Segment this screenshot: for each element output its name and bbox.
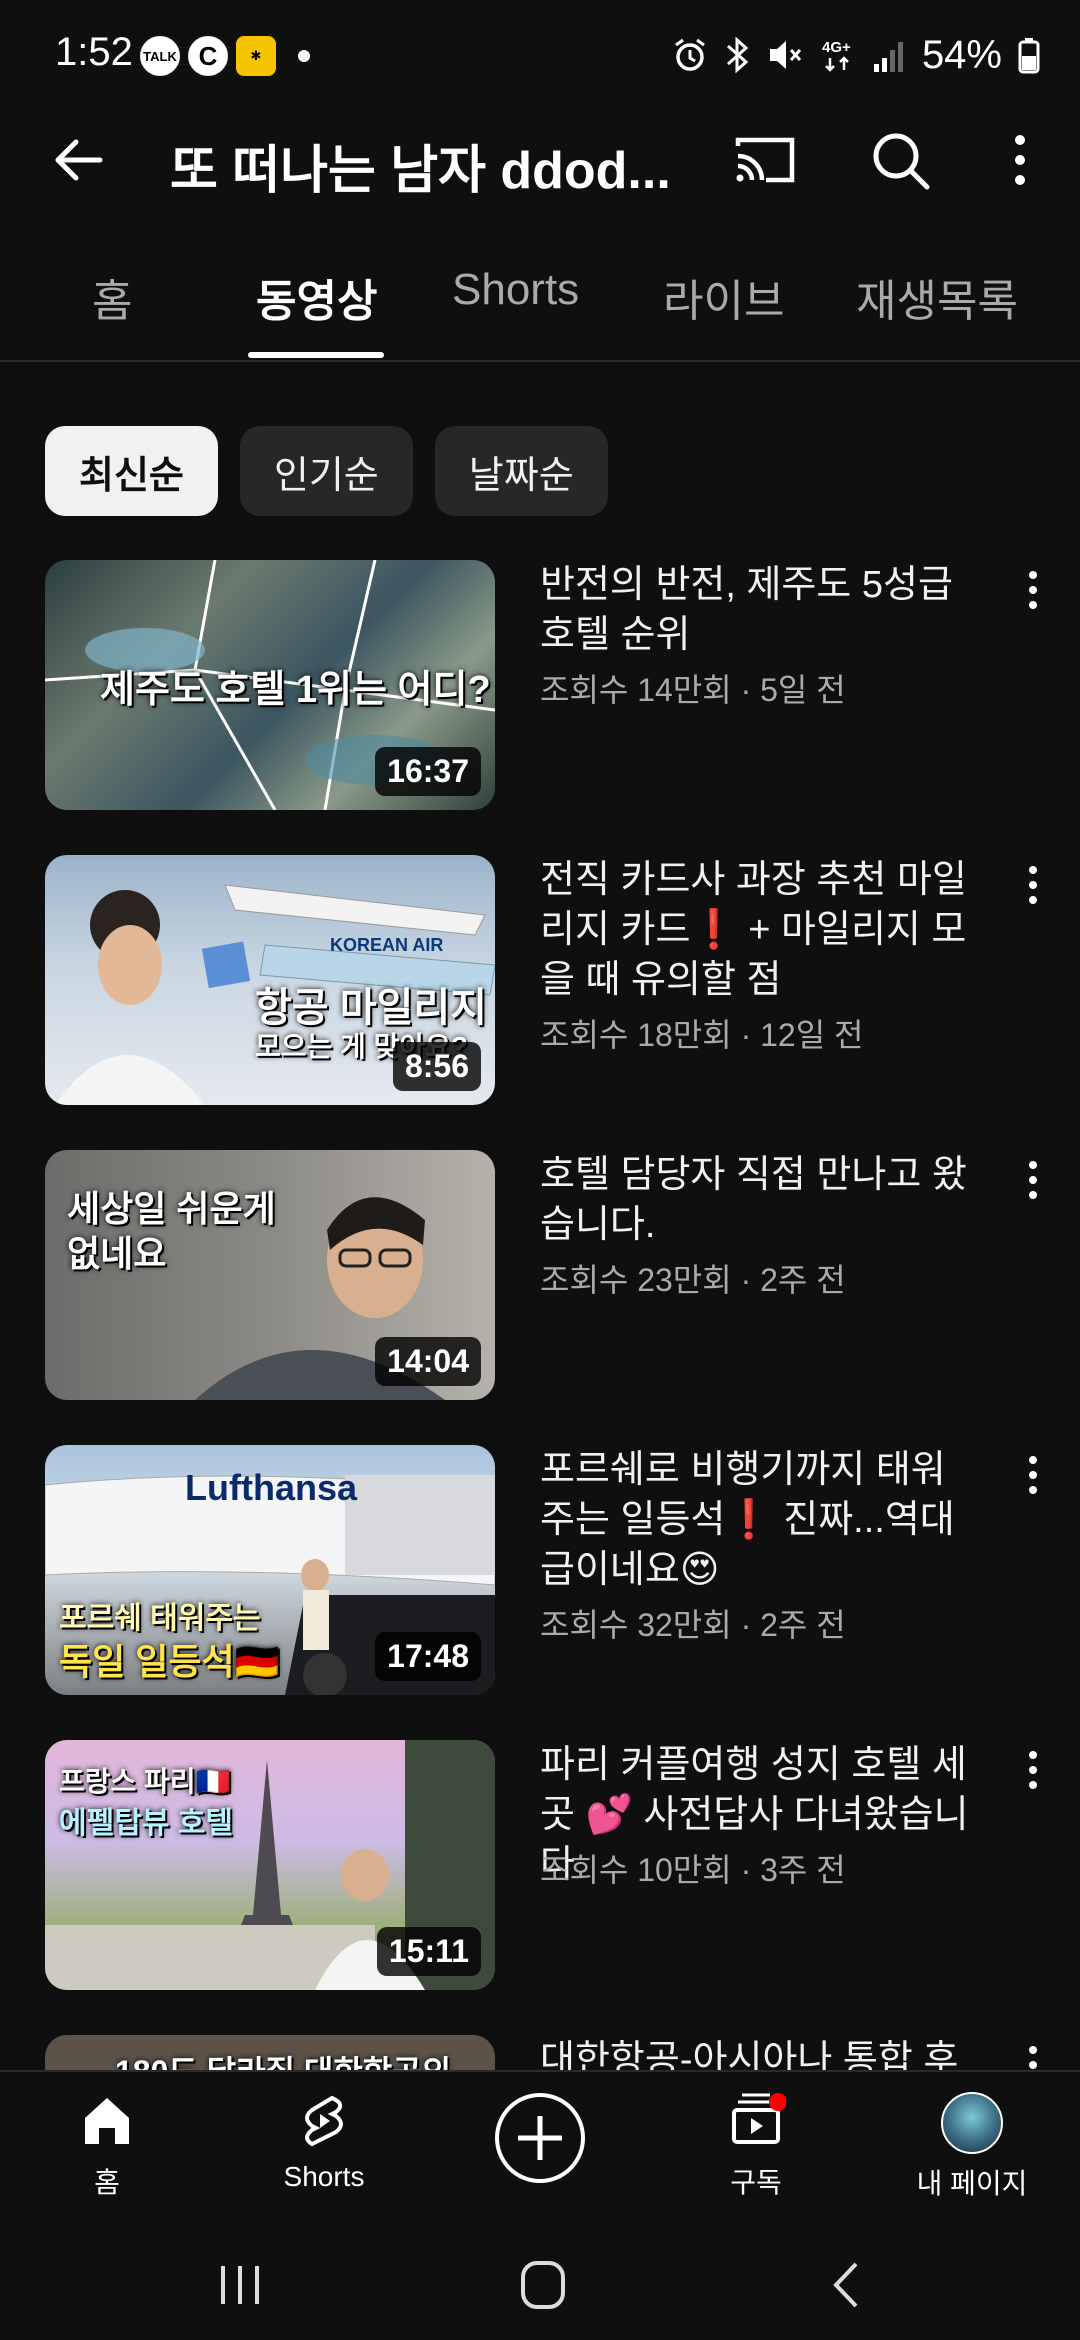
video-thumbnail[interactable]: 세상일 쉬운게 없네요 14:04	[45, 1150, 495, 1400]
notification-dot-icon	[298, 50, 310, 62]
avatar-icon	[941, 2092, 1003, 2154]
status-bar: 1:52 TALK C ✱ 4G+ 54%	[0, 0, 1080, 110]
sort-chips: 최신순 인기순 날짜순	[45, 426, 608, 516]
battery-icon	[1018, 38, 1040, 74]
nav-subscriptions[interactable]: 구독	[656, 2092, 856, 2201]
more-vert-icon[interactable]	[1020, 565, 1046, 615]
bluetooth-icon	[726, 36, 749, 74]
active-tab-indicator	[248, 352, 384, 358]
thumbnail-caption: 포르쉐 태워주는	[59, 1602, 261, 1635]
chip-popular[interactable]: 인기순	[239, 426, 413, 516]
channel-title: 또 떠나는 남자 ddod...	[170, 142, 671, 200]
video-meta: 조회수 23만회 · 2주 전	[540, 1262, 846, 1298]
video-title[interactable]: 포르쉐로 비행기까지 태워주는 일등석❗ 진짜...역대급이네요😍	[540, 1445, 980, 1595]
video-meta: 조회수 14만회 · 5일 전	[540, 672, 846, 708]
nav-home-label: 홈	[94, 2167, 120, 2198]
c-icon: C	[188, 36, 228, 76]
video-thumbnail[interactable]: 프랑스 파리🇫🇷 에펠탑뷰 호텔 15:11	[45, 1740, 495, 1990]
back-button-icon[interactable]	[826, 2260, 866, 2310]
talk-icon: TALK	[140, 36, 180, 76]
nav-shorts[interactable]: Shorts	[224, 2092, 424, 2193]
svg-text:4G+: 4G+	[822, 39, 851, 56]
nav-subscriptions-label: 구독	[730, 2167, 782, 2198]
more-vert-icon[interactable]	[1000, 128, 1040, 192]
video-thumbnail[interactable]: Lufthansa 포르쉐 태워주는 독일 일등석🇩🇪 17:48	[45, 1445, 495, 1695]
thumbnail-caption: 프랑스 파리🇫🇷	[59, 1766, 231, 1797]
more-vert-icon[interactable]	[1020, 2040, 1046, 2070]
nav-my-page[interactable]: 내 페이지	[872, 2092, 1072, 2202]
thumbnail-caption: 제주도 호텔 1위는 어디?	[100, 669, 491, 711]
shorts-icon	[305, 2095, 343, 2147]
nav-my-page-label: 내 페이지	[916, 2168, 1028, 2199]
channel-tabs: 홈 동영상 Shorts 라이브 재생목록	[0, 230, 1080, 362]
system-navigation-bar	[0, 2230, 1080, 2340]
alarm-icon	[675, 38, 705, 71]
video-item[interactable]: 프랑스 파리🇫🇷 에펠탑뷰 호텔 15:11 파리 커플여행 성지 호텔 세 곳…	[0, 1740, 1080, 1990]
subscriptions-icon	[732, 2093, 787, 2144]
video-thumbnail[interactable]: 180도 달라질 대한항공의	[45, 2035, 495, 2070]
video-meta: 조회수 18만회 · 12일 전	[540, 1017, 864, 1053]
video-duration: 16:37	[375, 747, 481, 796]
battery-percent: 54%	[921, 32, 1002, 77]
status-right: 4G+ 54%	[672, 30, 1040, 80]
tab-playlists[interactable]: 재생목록	[856, 265, 1018, 329]
video-meta: 조회수 32만회 · 2주 전	[540, 1607, 846, 1643]
tab-shorts[interactable]: Shorts	[452, 265, 579, 315]
video-meta: 조회수 10만회 · 3주 전	[540, 1852, 846, 1888]
create-plus-icon	[495, 2093, 585, 2183]
thumbnail-subcaption: 없네요	[67, 1233, 167, 1274]
more-vert-icon[interactable]	[1020, 1155, 1046, 1205]
kb-pay-icon: ✱	[236, 36, 276, 76]
nav-shorts-label: Shorts	[283, 2161, 365, 2192]
4g-icon: 4G+	[822, 39, 851, 72]
tab-videos[interactable]: 동영상	[256, 265, 377, 329]
mute-icon	[769, 41, 802, 69]
video-title[interactable]: 전직 카드사 과장 추천 마일리지 카드❗ + 마일리지 모을 때 유의할 점	[540, 855, 980, 1005]
video-title[interactable]: 반전의 반전, 제주도 5성급 호텔 순위	[540, 560, 980, 660]
more-vert-icon[interactable]	[1020, 1745, 1046, 1795]
chip-latest[interactable]: 최신순	[45, 426, 218, 516]
home-icon	[85, 2098, 129, 2144]
thumbnail-brand: KOREAN AIR	[330, 935, 444, 955]
app-bar: 또 떠나는 남자 ddod...	[0, 110, 1080, 210]
tab-live[interactable]: 라이브	[663, 265, 784, 329]
home-button-icon[interactable]	[518, 2258, 568, 2312]
video-title[interactable]: 대한항공-아시아나 통합 후	[540, 2035, 980, 2070]
tab-home[interactable]: 홈	[92, 265, 132, 329]
video-item[interactable]: 제주도 호텔 1위는 어디? 16:37 반전의 반전, 제주도 5성급 호텔 …	[0, 560, 1080, 810]
video-duration: 14:04	[375, 1337, 481, 1386]
thumbnail-brand: Lufthansa	[185, 1467, 358, 1508]
cast-icon[interactable]	[730, 130, 800, 190]
video-duration: 8:56	[392, 1042, 481, 1091]
bottom-navigation: 홈 Shorts 구독 내 페이지	[0, 2070, 1080, 2232]
status-time: 1:52	[55, 30, 133, 74]
video-thumbnail[interactable]: KOREAN AIR 항공 마일리지 모으는 게 맞아요? 8:56	[45, 855, 495, 1105]
video-item[interactable]: 180도 달라질 대한항공의 대한항공-아시아나 통합 후	[0, 2035, 1080, 2070]
thumbnail-caption: 180도 달라질 대한항공의	[115, 2047, 451, 2070]
thumbnail-subcaption: 에펠탑뷰 호텔	[59, 1807, 233, 1840]
more-vert-icon[interactable]	[1020, 1450, 1046, 1500]
nav-create[interactable]	[440, 2090, 640, 2191]
video-thumbnail[interactable]: 제주도 호텔 1위는 어디? 16:37	[45, 560, 495, 810]
more-vert-icon[interactable]	[1020, 860, 1046, 910]
chip-date[interactable]: 날짜순	[434, 426, 608, 516]
signal-icon	[873, 42, 903, 72]
video-item[interactable]: KOREAN AIR 항공 마일리지 모으는 게 맞아요? 8:56 전직 카드…	[0, 855, 1080, 1105]
video-item[interactable]: 세상일 쉬운게 없네요 14:04 호텔 담당자 직접 만나고 왔습니다. 조회…	[0, 1150, 1080, 1400]
video-duration: 17:48	[375, 1632, 481, 1681]
nav-home[interactable]: 홈	[7, 2092, 207, 2201]
video-duration: 15:11	[376, 1927, 481, 1976]
recent-apps-icon[interactable]	[215, 2260, 265, 2310]
video-title[interactable]: 호텔 담당자 직접 만나고 왔습니다.	[540, 1150, 980, 1250]
search-icon[interactable]	[868, 128, 932, 192]
thumbnail-subcaption: 독일 일등석🇩🇪	[59, 1641, 280, 1682]
back-arrow-icon[interactable]	[50, 130, 110, 190]
video-item[interactable]: Lufthansa 포르쉐 태워주는 독일 일등석🇩🇪 17:48 포르쉐로 비…	[0, 1445, 1080, 1695]
